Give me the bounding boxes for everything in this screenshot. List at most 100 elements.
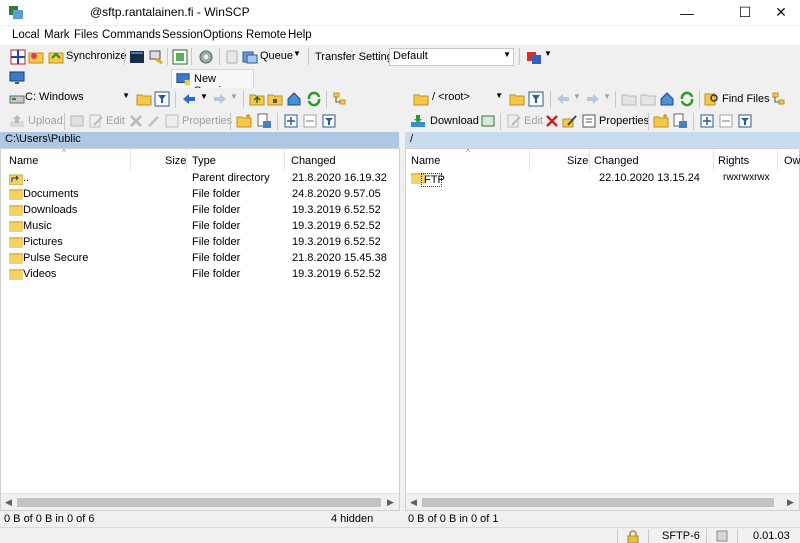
filter-files-icon[interactable] bbox=[737, 113, 753, 129]
column-header-name[interactable]: ^ Name bbox=[406, 148, 530, 171]
menu-help[interactable]: Help bbox=[288, 29, 312, 41]
menu-commands[interactable]: Commands bbox=[102, 29, 161, 41]
selected-file-name[interactable]: FTP bbox=[421, 173, 445, 187]
filter-icon[interactable] bbox=[528, 91, 544, 107]
open-folder-icon[interactable] bbox=[509, 91, 525, 107]
close-button[interactable]: ✕ bbox=[758, 0, 800, 25]
column-header-changed[interactable]: Changed bbox=[590, 149, 714, 171]
menu-mark[interactable]: Mark bbox=[44, 29, 70, 41]
filter-icon[interactable] bbox=[154, 91, 170, 107]
menu-remote[interactable]: Remote bbox=[246, 29, 286, 41]
remote-path-select[interactable]: / <root> ▼ bbox=[429, 90, 505, 108]
find-files-icon[interactable] bbox=[704, 91, 720, 107]
new-file-icon[interactable] bbox=[672, 113, 688, 129]
local-path-bar[interactable]: C:\Users\Public bbox=[0, 132, 399, 148]
table-row[interactable]: Music File folder 19.3.2019 6.52.52 bbox=[9, 219, 399, 235]
select-files-plus-icon[interactable] bbox=[699, 113, 715, 129]
local-drive-select[interactable]: C: Windows ▼ bbox=[22, 90, 132, 108]
preferences-gear-icon[interactable] bbox=[198, 49, 214, 65]
parent-directory-icon[interactable] bbox=[249, 91, 265, 107]
table-row[interactable]: 22.10.2020 13.15.24 rwxrwxrwx bbox=[411, 171, 799, 187]
queue-button[interactable]: Queue bbox=[260, 50, 293, 62]
column-header-changed[interactable]: Changed bbox=[285, 149, 395, 171]
putty-icon[interactable] bbox=[148, 49, 164, 65]
back-arrow-icon[interactable] bbox=[181, 91, 197, 107]
transfer-profile-icon[interactable] bbox=[526, 49, 542, 65]
select-files-plus-icon[interactable] bbox=[283, 113, 299, 129]
column-header-size[interactable]: Size bbox=[131, 149, 187, 171]
toolbar-separator bbox=[219, 48, 220, 65]
new-file-icon[interactable] bbox=[256, 113, 272, 129]
remote-horizontal-scrollbar[interactable]: ◀ ▶ bbox=[406, 493, 799, 510]
transfer-profile-dropdown-arrow[interactable]: ▼ bbox=[544, 49, 552, 58]
table-row[interactable]: Pictures File folder 19.3.2019 6.52.52 bbox=[9, 235, 399, 251]
monitor-icon[interactable] bbox=[9, 70, 25, 86]
unselect-files-minus-icon[interactable] bbox=[718, 113, 734, 129]
unselect-files-minus-icon[interactable] bbox=[302, 113, 318, 129]
column-header-name[interactable]: ^ Name bbox=[1, 148, 131, 171]
compare-directories-icon[interactable] bbox=[10, 49, 26, 65]
local-file-panel[interactable]: ^ Name Size Type Changed .. Parent direc… bbox=[0, 148, 400, 511]
properties-button[interactable]: Properties bbox=[599, 115, 649, 127]
tree-toggle-icon[interactable] bbox=[332, 91, 348, 107]
keep-up-to-date-icon[interactable] bbox=[28, 49, 44, 65]
column-header-type[interactable]: Type bbox=[187, 149, 285, 171]
local-hidden-count[interactable]: 4 hidden bbox=[331, 513, 373, 525]
open-folder-icon[interactable] bbox=[136, 91, 152, 107]
folder-icon bbox=[9, 205, 23, 216]
scroll-right-icon[interactable]: ▶ bbox=[387, 497, 394, 508]
table-row[interactable]: Downloads File folder 19.3.2019 6.52.52 bbox=[9, 203, 399, 219]
column-header-owner[interactable]: Ow bbox=[778, 149, 800, 171]
scrollbar-thumb[interactable] bbox=[17, 498, 381, 507]
home-icon[interactable] bbox=[659, 91, 675, 107]
transfer-settings-select[interactable]: Default ▼ bbox=[389, 48, 514, 66]
scrollbar-thumb[interactable] bbox=[422, 498, 774, 507]
menu-options[interactable]: Options bbox=[203, 29, 243, 41]
scroll-left-icon[interactable]: ◀ bbox=[410, 497, 417, 508]
lock-icon[interactable] bbox=[627, 530, 639, 543]
table-row[interactable]: .. Parent directory 21.8.2020 16.19.32 bbox=[9, 171, 399, 187]
synchronize-button[interactable]: Synchronize bbox=[66, 50, 127, 62]
column-header-size[interactable]: Size bbox=[530, 149, 590, 171]
find-files-button[interactable]: Find Files bbox=[722, 93, 770, 105]
download-button[interactable]: Download bbox=[430, 115, 479, 127]
queue-dropdown-arrow[interactable]: ▼ bbox=[293, 49, 301, 58]
new-window-icon[interactable] bbox=[172, 49, 188, 65]
download-icon[interactable] bbox=[410, 113, 426, 129]
scroll-left-icon[interactable]: ◀ bbox=[5, 497, 12, 508]
new-folder-icon[interactable] bbox=[653, 113, 669, 129]
column-header-rights[interactable]: Rights bbox=[714, 149, 778, 171]
new-session-tab[interactable]: New Session bbox=[171, 69, 254, 97]
properties-icon[interactable] bbox=[581, 113, 597, 129]
edit-icon bbox=[507, 114, 521, 128]
refresh-icon[interactable] bbox=[306, 91, 322, 107]
back-dropdown-arrow[interactable]: ▼ bbox=[200, 92, 208, 101]
upload-button: Upload bbox=[28, 115, 63, 127]
folder-icon bbox=[9, 189, 23, 200]
console-icon[interactable] bbox=[129, 49, 145, 65]
delete-icon[interactable] bbox=[544, 113, 560, 129]
tree-toggle-icon[interactable] bbox=[771, 91, 787, 107]
minimize-button[interactable]: — bbox=[664, 0, 710, 25]
remote-path-bar[interactable]: / bbox=[405, 132, 800, 148]
file-name: Documents bbox=[23, 188, 79, 200]
menu-local[interactable]: Local bbox=[12, 29, 40, 41]
download-options-icon[interactable] bbox=[480, 113, 496, 129]
local-horizontal-scrollbar[interactable]: ◀ ▶ bbox=[1, 493, 399, 510]
table-row[interactable]: Pulse Secure File folder 21.8.2020 15.45… bbox=[9, 251, 399, 267]
table-row[interactable]: Documents File folder 24.8.2020 9.57.05 bbox=[9, 187, 399, 203]
home-icon[interactable] bbox=[286, 91, 302, 107]
rename-icon[interactable] bbox=[562, 113, 578, 129]
filter-files-icon[interactable] bbox=[321, 113, 337, 129]
table-row[interactable]: Videos File folder 19.3.2019 6.52.52 bbox=[9, 267, 399, 283]
remote-file-panel[interactable]: ^ Name Size Changed Rights Ow 22.10.2020… bbox=[405, 148, 800, 511]
scroll-right-icon[interactable]: ▶ bbox=[787, 497, 794, 508]
synchronize-icon[interactable] bbox=[48, 49, 64, 65]
menu-session[interactable]: Session bbox=[162, 29, 203, 41]
root-directory-icon[interactable] bbox=[267, 91, 283, 107]
menu-files[interactable]: Files bbox=[74, 29, 98, 41]
refresh-icon[interactable] bbox=[679, 91, 695, 107]
new-folder-icon[interactable] bbox=[236, 113, 252, 129]
properties-icon bbox=[165, 114, 179, 128]
queue-icon[interactable] bbox=[242, 49, 258, 65]
